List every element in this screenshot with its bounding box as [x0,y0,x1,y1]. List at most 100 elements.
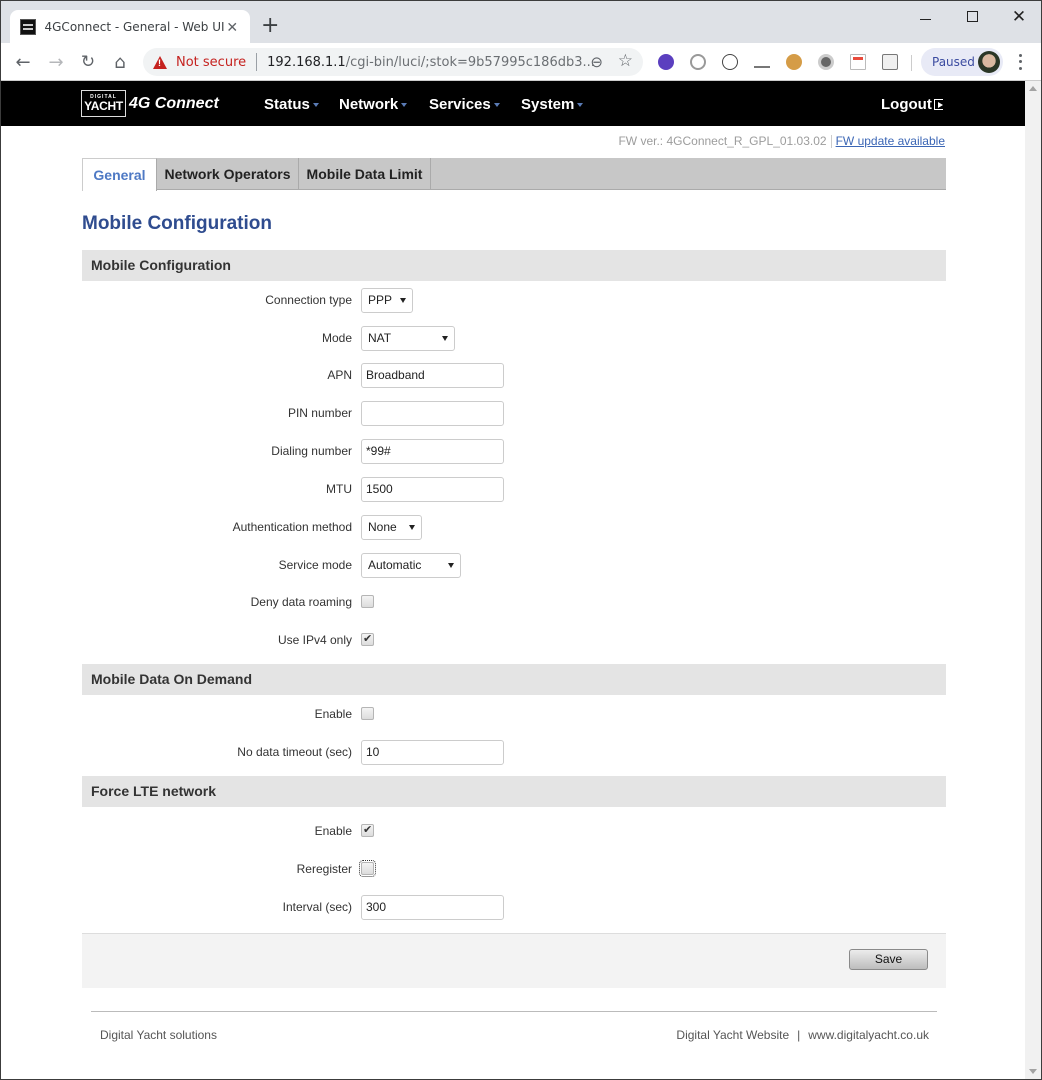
field-label: Deny data roaming [250,595,352,609]
security-indicator[interactable]: Not secure [176,55,246,70]
menu-label: Network [339,96,399,113]
field-label: Enable [314,824,352,838]
face-extension-icon[interactable] [786,54,802,70]
mtu-input[interactable]: 1500 [361,477,504,502]
ipv4-only-checkbox[interactable] [361,632,374,646]
vertical-scrollbar[interactable] [1025,81,1041,1079]
force-lte-enable-checkbox[interactable] [361,823,374,837]
field-label: PIN number [287,406,352,420]
scroll-down-arrow-icon[interactable] [1029,1069,1037,1074]
new-tab-button[interactable]: + [261,13,279,39]
mtu-row: MTU 1500 [82,475,682,503]
tab-mobile-data-limit[interactable]: Mobile Data Limit [299,158,431,190]
reregister-checkbox[interactable] [359,860,376,877]
tab-network-operators[interactable]: Network Operators [157,158,299,190]
back-button[interactable]: ← [10,49,36,75]
warning-icon [153,55,167,69]
select-value: NAT [368,331,392,345]
product-name: 4G Connect [129,94,219,112]
address-bar[interactable]: Not secure 192.168.1.1/cgi-bin/luci/;sto… [143,48,643,76]
digital-yacht-logo: DIGITAL YACHT [81,90,126,117]
tab-manager-icon[interactable] [882,54,898,70]
apn-input[interactable]: Broadband [361,363,504,388]
no-data-timeout-input[interactable]: 10 [361,740,504,765]
dropdown-arrow-icon [442,336,448,341]
forward-button[interactable]: → [43,49,69,75]
field-label: Connection type [265,293,352,307]
field-label: Dialing number [271,444,352,458]
close-window-button[interactable]: ✕ [996,5,1041,29]
home-button[interactable]: ⌂ [107,49,133,75]
caret-down-icon [577,103,584,108]
connection-type-select[interactable]: PPP [361,288,413,313]
logout-button[interactable]: Logout [881,96,943,113]
select-value: Automatic [368,558,422,572]
field-label: Enable [314,707,352,721]
divider [256,53,258,71]
auth-method-select[interactable]: None [361,515,422,540]
divider [830,135,832,149]
mode-select[interactable]: NAT [361,326,455,351]
website-link[interactable]: Digital Yacht Website [676,1028,789,1042]
footer-divider [91,1011,937,1012]
page-viewport: DIGITAL YACHT 4G Connect Status Network … [1,81,1025,1079]
json-viewer-icon[interactable] [722,54,738,70]
profile-button[interactable]: Paused [921,48,1003,76]
page-tabs: General Network Operators Mobile Data Li… [82,158,946,191]
website-url-link[interactable]: www.digitalyacht.co.uk [808,1028,929,1042]
section-mobile-data-on-demand: Mobile Data On Demand [82,664,946,695]
minimize-button[interactable] [902,5,948,29]
reload-button[interactable]: ↻ [75,49,101,75]
caret-down-icon [401,103,408,108]
brand-logo[interactable]: DIGITAL YACHT 4G Connect [81,90,219,117]
browser-window: 4GConnect - General - Web UI ✕ + ✕ ← → ↻… [0,0,1042,1080]
circle-extension-icon[interactable] [818,54,834,70]
avatar [978,51,1000,73]
menu-label: Services [429,96,491,113]
tab-general[interactable]: General [82,158,157,191]
bookmark-star-icon[interactable]: ☆ [618,51,633,71]
close-tab-icon[interactable]: ✕ [225,19,240,36]
service-mode-select[interactable]: Automatic [361,553,461,578]
on-demand-enable-checkbox[interactable] [361,707,374,720]
interval-input[interactable]: 300 [361,895,504,920]
browser-menu-icon[interactable] [1013,52,1027,72]
service-mode-row: Service mode Automatic [82,551,682,579]
browser-tab[interactable]: 4GConnect - General - Web UI ✕ [10,10,250,44]
firmware-version: FW ver.: 4GConnect_R_GPL_01.03.02 [618,134,827,148]
menu-status[interactable]: Status [264,96,319,113]
maximize-button[interactable] [949,5,995,29]
field-label: Mode [321,331,352,345]
caret-down-icon [312,103,319,108]
zoom-icon[interactable]: ⊖ [590,53,603,71]
field-label: No data timeout (sec) [237,745,352,759]
dropdown-arrow-icon [400,298,406,303]
deny-roaming-checkbox[interactable] [361,595,374,608]
firmware-update-link[interactable]: FW update available [836,134,945,148]
menu-services[interactable]: Services [429,96,500,113]
select-value: PPP [368,293,393,307]
spellcheck-icon[interactable] [754,58,770,68]
dropdown-arrow-icon [409,525,415,530]
dialing-number-row: Dialing number *99# [82,437,682,465]
ip-lookup-icon[interactable] [690,54,706,70]
field-label: MTU [326,482,352,496]
reregister-row: Reregister [82,855,682,883]
logo-big-text: YACHT [84,99,123,113]
dialing-number-input[interactable]: *99# [361,439,504,464]
save-button[interactable]: Save [849,949,928,970]
form-actions: Save [82,933,946,988]
menu-system[interactable]: System [521,96,584,113]
ws-extension-icon[interactable] [658,54,674,70]
profile-status: Paused [932,55,975,69]
url-host: 192.168.1.1 [267,54,346,70]
field-label: Interval (sec) [282,900,352,914]
interval-row: Interval (sec) 300 [82,893,682,921]
scroll-up-arrow-icon[interactable] [1029,86,1037,91]
mode-row: Mode NAT [82,324,682,352]
firmware-info: FW ver.: 4GConnect_R_GPL_01.03.02 FW upda… [618,134,945,149]
notes-extension-icon[interactable] [850,54,866,70]
menu-network[interactable]: Network [339,96,408,113]
pin-input[interactable] [361,401,504,426]
menu-label: System [521,96,575,113]
